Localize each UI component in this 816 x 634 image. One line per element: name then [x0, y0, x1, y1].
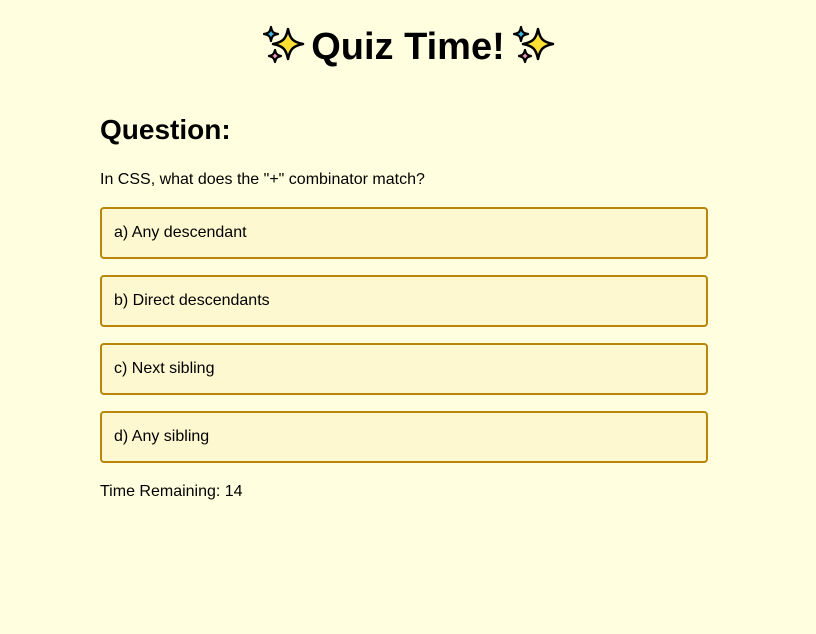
answer-options: a) Any descendant b) Direct descendants …: [100, 207, 708, 479]
question-text: In CSS, what does the "+" combinator mat…: [100, 171, 425, 188]
time-remaining: Time Remaining: 14: [100, 483, 243, 500]
answer-option-a[interactable]: a) Any descendant: [100, 207, 708, 259]
quiz-title-bar: Quiz Time!: [0, 22, 816, 72]
sparkles-icon: [259, 23, 307, 71]
question-heading: Question:: [100, 114, 231, 145]
page-title: Quiz Time!: [311, 26, 505, 68]
answer-option-d[interactable]: d) Any sibling: [100, 411, 708, 463]
sparkles-icon: [509, 23, 557, 71]
answer-option-c[interactable]: c) Next sibling: [100, 343, 708, 395]
answer-option-b[interactable]: b) Direct descendants: [100, 275, 708, 327]
